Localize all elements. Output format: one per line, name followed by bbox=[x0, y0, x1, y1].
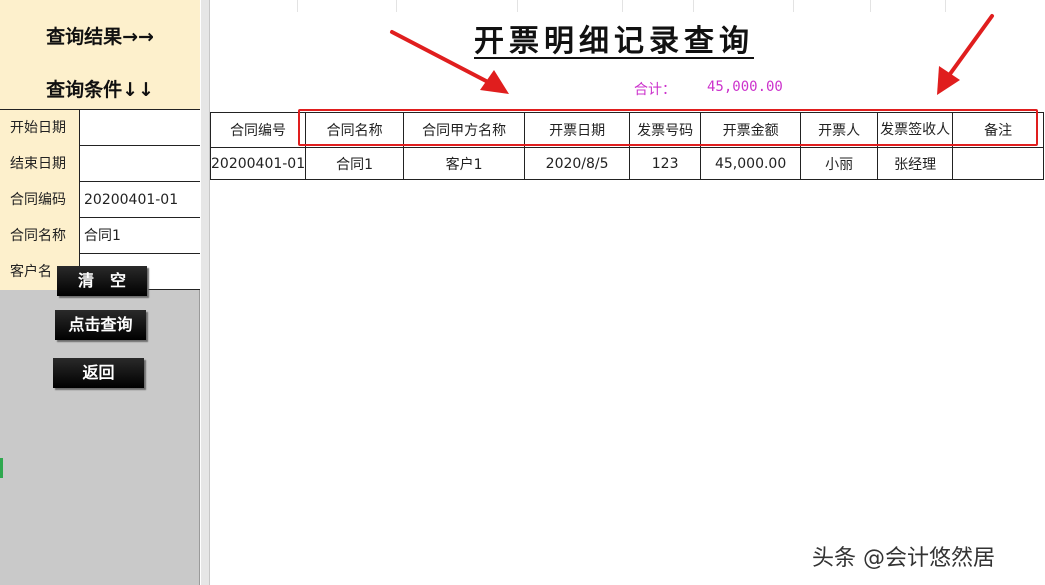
table-cell[interactable]: 张经理 bbox=[877, 147, 954, 180]
column-header[interactable]: 合同甲方名称 bbox=[403, 112, 526, 148]
column-header[interactable]: 合同名称 bbox=[305, 112, 405, 148]
back-button[interactable]: 返回 bbox=[53, 358, 144, 388]
condition-table: 开始日期 结束日期 合同编码 20200401-01 合同名称 合同1 客户名 bbox=[0, 110, 200, 290]
table-cell[interactable] bbox=[952, 147, 1045, 180]
contract-name-field[interactable]: 合同1 bbox=[81, 218, 200, 254]
column-gridline bbox=[297, 0, 298, 12]
condition-row-contract-code: 合同编码 20200401-01 bbox=[0, 182, 200, 218]
table-cell[interactable]: 合同1 bbox=[305, 147, 405, 180]
spreadsheet-area[interactable] bbox=[210, 0, 1045, 585]
condition-row-contract-name: 合同名称 合同1 bbox=[0, 218, 200, 254]
table-cell[interactable]: 123 bbox=[629, 147, 702, 180]
column-gridline bbox=[396, 0, 397, 12]
query-button[interactable]: 点击查询 bbox=[55, 310, 146, 340]
contract-code-label: 合同编码 bbox=[0, 182, 80, 218]
invoice-detail-table: 合同编号 合同名称 合同甲方名称 开票日期 发票号码 开票金额 开票人 发票签收… bbox=[209, 112, 1045, 180]
table-cell[interactable]: 2020/8/5 bbox=[524, 147, 631, 180]
contract-code-field[interactable]: 20200401-01 bbox=[81, 182, 200, 218]
column-gridline bbox=[793, 0, 794, 12]
column-header[interactable]: 备注 bbox=[952, 112, 1045, 148]
column-header[interactable]: 开票日期 bbox=[524, 112, 631, 148]
column-gridline bbox=[517, 0, 518, 12]
watermark-text: 头条 @会计悠然居 bbox=[812, 546, 995, 571]
condition-heading: 查询条件↓↓ bbox=[46, 79, 154, 101]
table-cell[interactable]: 客户1 bbox=[403, 147, 526, 180]
column-gridline bbox=[693, 0, 694, 12]
column-header[interactable]: 合同编号 bbox=[209, 112, 307, 148]
contract-name-label: 合同名称 bbox=[0, 218, 80, 254]
end-date-label: 结束日期 bbox=[0, 146, 80, 182]
column-gridline bbox=[870, 0, 871, 12]
panel-header: 查询结果→→ 查询条件↓↓ bbox=[0, 0, 200, 110]
start-date-label: 开始日期 bbox=[0, 110, 80, 146]
column-header[interactable]: 开票人 bbox=[800, 112, 879, 148]
column-gridline bbox=[945, 0, 946, 12]
table-row: 20200401-01 合同1 客户1 2020/8/5 123 45,000.… bbox=[209, 147, 1045, 180]
table-cell[interactable]: 20200401-01 bbox=[209, 147, 307, 180]
start-date-field[interactable] bbox=[81, 110, 200, 146]
table-cell[interactable]: 45,000.00 bbox=[700, 147, 802, 180]
column-gridline bbox=[622, 0, 623, 12]
row-selection-marker bbox=[0, 458, 3, 478]
clear-button[interactable]: 清 空 bbox=[57, 266, 147, 296]
table-header-row: 合同编号 合同名称 合同甲方名称 开票日期 发票号码 开票金额 开票人 发票签收… bbox=[209, 112, 1045, 148]
condition-row-end-date: 结束日期 bbox=[0, 146, 200, 182]
page-title: 开票明细记录查询 bbox=[474, 24, 754, 59]
end-date-field[interactable] bbox=[81, 146, 200, 182]
condition-row-start-date: 开始日期 bbox=[0, 110, 200, 146]
result-heading: 查询结果→→ bbox=[46, 26, 154, 48]
sheet-gutter bbox=[201, 0, 210, 585]
column-header[interactable]: 发票号码 bbox=[629, 112, 702, 148]
column-header[interactable]: 发票签收人 bbox=[877, 112, 954, 148]
query-panel: 查询结果→→ 查询条件↓↓ 开始日期 结束日期 合同编码 20200401-01… bbox=[0, 0, 200, 585]
column-header[interactable]: 开票金额 bbox=[700, 112, 802, 148]
table-cell[interactable]: 小丽 bbox=[800, 147, 879, 180]
total-label: 合计： bbox=[634, 82, 676, 98]
total-amount: 45,000.00 bbox=[707, 79, 783, 95]
